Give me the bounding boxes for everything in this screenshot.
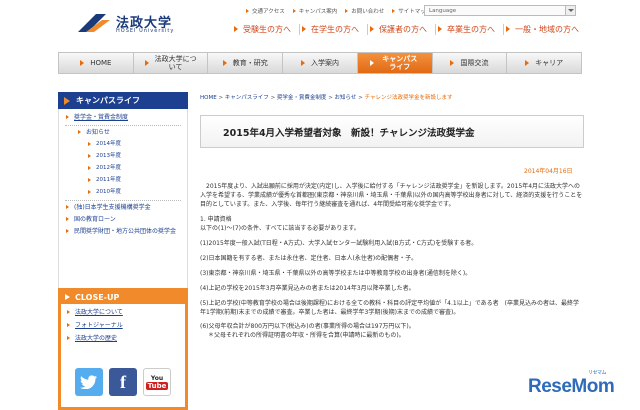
audience-link-public[interactable]: 一般・地域の方へ: [503, 24, 587, 35]
sidebar: キャンパスライフ 奨学金・賞費金制度 お知らせ 2014年度 2013年度 20…: [58, 92, 188, 410]
language-label: Language: [429, 7, 457, 14]
sidebar-item-year-2013[interactable]: 2013年度: [87, 152, 181, 161]
global-nav: HOME 法政大学について 教育・研究 入学案内 キャンパスライフ 国際交流 キ…: [58, 52, 582, 74]
breadcrumb: HOME > キャンパスライフ > 奨学金・賞費金制度 > お知らせ > チャレ…: [200, 93, 453, 101]
page-title: 2015年4月入学希望者対象 新設！チャレンジ法政奨学金: [223, 127, 475, 139]
breadcrumb-separator: >: [358, 95, 363, 101]
util-link-contact[interactable]: お問い合わせ: [343, 7, 390, 15]
arrow-icon: [222, 60, 230, 66]
audience-link-alumni[interactable]: 卒業生の方へ: [435, 24, 503, 35]
bird-icon: [80, 375, 97, 389]
social-links: f You Tube: [61, 357, 185, 407]
closeup-link-history[interactable]: 法政大学の歴史: [66, 334, 180, 343]
arrow-icon: [450, 60, 457, 66]
breadcrumb-separator: >: [218, 95, 224, 101]
site-logo[interactable]: 法政大学 HOSEI University: [76, 10, 196, 36]
logo-english-text: HOSEI University: [116, 28, 175, 34]
util-link-access[interactable]: 交通アクセス: [244, 7, 291, 15]
article-body: 2015年度より、入試出願前に採用が決定(内定)し、入学後に給付する「チャレンジ…: [200, 182, 584, 345]
sidebar-item-year-2014[interactable]: 2014年度: [87, 140, 181, 149]
requirement-item: (5)上記の学校(中等教育学校の場合は後期課程)における全ての教科・科目の評定平…: [200, 300, 580, 316]
youtube-tube: Tube: [145, 381, 169, 390]
sidebar-item-loan[interactable]: 国の教育ローン: [65, 215, 181, 224]
nav-label: HOME: [90, 59, 112, 67]
closeup-panel: CLOSE-UP 法政大学について フォトジャーナル 法政大学の歴史 f You…: [58, 288, 188, 410]
section-title: 1. 申請資格: [200, 216, 232, 223]
nav-international[interactable]: 国際交流: [433, 53, 508, 73]
twitter-icon[interactable]: [75, 368, 103, 396]
site-header: 法政大学 HOSEI University 交通アクセス キャンパス案内 お問い…: [0, 0, 640, 48]
arrow-icon: [525, 60, 532, 66]
divider: [65, 200, 181, 201]
sidebar-item-year-2012[interactable]: 2012年度: [87, 164, 181, 173]
article-title-box: 2015年4月入学希望者対象 新設！チャレンジ法政奨学金: [200, 115, 584, 148]
nav-about[interactable]: 法政大学について: [134, 53, 209, 73]
closeup-links: 法政大学について フォトジャーナル 法政大学の歴史: [61, 304, 185, 357]
audience-link-students[interactable]: 在学生の方へ: [299, 24, 367, 35]
nav-admission[interactable]: 入学案内: [283, 53, 358, 73]
facebook-icon[interactable]: f: [109, 368, 137, 396]
breadcrumb-current: チャレンジ法政奨学金を新設します: [364, 95, 453, 101]
nav-home[interactable]: HOME: [59, 53, 134, 73]
sidebar-item-notice[interactable]: お知らせ: [77, 128, 181, 137]
audience-link-parents[interactable]: 保護者の方へ: [367, 24, 435, 35]
arrow-icon: [369, 60, 377, 66]
nav-label: 入学案内: [311, 59, 340, 67]
breadcrumb-notice[interactable]: お知らせ: [335, 95, 357, 101]
chevron-down-icon: [565, 6, 575, 15]
closeup-link-photo[interactable]: フォトジャーナル: [66, 321, 180, 330]
breadcrumb-separator: >: [270, 95, 276, 101]
nav-label: キャリア: [535, 59, 564, 67]
watermark-subtext: リセマム: [588, 370, 607, 376]
closeup-link-about[interactable]: 法政大学について: [66, 308, 180, 317]
breadcrumb-scholarship[interactable]: 奨学金・賞費金制度: [277, 95, 327, 101]
sidebar-item-scholarship[interactable]: 奨学金・賞費金制度: [65, 113, 181, 122]
breadcrumb-home[interactable]: HOME: [200, 95, 217, 101]
breadcrumb-separator: >: [328, 95, 333, 101]
sidebar-title: キャンパスライフ: [58, 92, 188, 109]
university-emblem-icon: [78, 14, 110, 32]
divider: [65, 125, 181, 126]
nav-education[interactable]: 教育・研究: [208, 53, 284, 73]
language-select[interactable]: Language: [424, 5, 576, 16]
breadcrumb-campus-life[interactable]: キャンパスライフ: [225, 95, 269, 101]
nav-campus-life[interactable]: キャンパスライフ: [357, 53, 433, 73]
resemom-watermark: ReseMom リセマム: [528, 370, 615, 398]
sidebar-item-year-2011[interactable]: 2011年度: [87, 176, 181, 185]
nav-label: 教育・研究: [232, 59, 268, 67]
audience-link-applicants[interactable]: 受験生の方へ: [232, 24, 299, 35]
article-intro: 2015年度より、入試出願前に採用が決定(内定)し、入学後に給付する「チャレンジ…: [200, 183, 583, 208]
closeup-title: CLOSE-UP: [61, 291, 185, 304]
sidebar-item-private[interactable]: 民間奨学財団・地方公共団体の奨学金: [65, 227, 181, 236]
util-link-campus[interactable]: キャンパス案内: [291, 7, 344, 15]
audience-links: 受験生の方へ 在学生の方へ 保護者の方へ 卒業生の方へ 一般・地域の方へ: [232, 24, 587, 35]
requirement-item: (6)父母年収合計が800万円以下(税込み)の者(事業所得の場合は197万円以下…: [200, 323, 415, 330]
sidebar-item-jasso[interactable]: (独)日本学生支援機構奨学金: [65, 203, 181, 212]
requirement-item: (2)日本国籍を有する者、または永住者、定住者、日本人(永住者)の配偶者・子。: [200, 255, 418, 262]
utility-links: 交通アクセス キャンパス案内 お問い合わせ サイトマップ: [244, 7, 437, 15]
requirement-item: (3)東京都・神奈川県・埼玉県・千葉県以外の高等学校または中等教育学校の出身者(…: [200, 270, 472, 277]
section-lead: 以下の(1)〜(7)の条件、すべてに該当する必要があります。: [200, 225, 360, 232]
requirement-note: ＊父母それぞれの所得証明書の年収・所得を合算(申請時に最新のもの)。: [208, 332, 405, 339]
arrow-icon: [301, 60, 308, 66]
nav-career[interactable]: キャリア: [507, 53, 581, 73]
watermark-text: ReseMom: [528, 376, 615, 397]
requirement-item: (4)上記の学校を2015年3月卒業見込みの者または2014年3月以降卒業した者…: [200, 285, 415, 292]
nav-label: 法政大学について: [154, 55, 197, 71]
sidebar-menu: 奨学金・賞費金制度 お知らせ 2014年度 2013年度 2012年度 2011…: [58, 109, 188, 299]
youtube-icon[interactable]: You Tube: [143, 368, 171, 396]
article-date: 2014年04月16日: [524, 168, 573, 175]
arrow-icon: [144, 60, 152, 66]
youtube-you: You: [150, 374, 164, 382]
sidebar-item-year-2010[interactable]: 2010年度: [87, 188, 181, 197]
requirement-item: (1)2015年度一般入試(T日程・A方式)、大学入試センター試験利用入試(B方…: [200, 240, 478, 247]
nav-label: キャンパスライフ: [382, 55, 418, 71]
nav-label: 国際交流: [460, 59, 489, 67]
arrow-icon: [80, 60, 87, 66]
